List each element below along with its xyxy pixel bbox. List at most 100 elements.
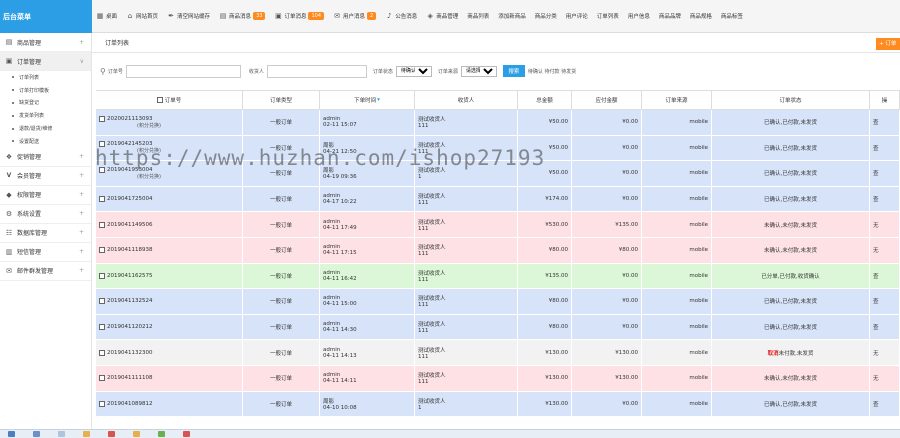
consignee-tel: 1 (418, 174, 422, 181)
view-order-link[interactable]: 查 (873, 323, 896, 331)
topnav-item[interactable]: 添加新商品 (498, 12, 526, 20)
order-status-select[interactable]: 待确认 (395, 65, 432, 77)
view-order-link[interactable]: 查 (873, 297, 896, 305)
topnav-item[interactable]: 商品品牌 (659, 12, 681, 20)
table-row[interactable]: 2019041725004 一般订单 admin 04-17 10:22 测试收货人 11… (96, 186, 900, 213)
table-row[interactable]: 2019041132300 一般订单 admin 04-11 14:13 测试收货人 11… (96, 340, 900, 366)
topnav-item[interactable]: ⌂ 网站首页 (126, 12, 158, 20)
table-row[interactable]: 2019042145203 (积分兑换) 一般订单 周影 04-21 12:50 测试收货… (96, 135, 900, 162)
table-row[interactable]: 2019041118938 一般订单 admin 04-11 17:15 测试收货人 11… (96, 237, 900, 264)
view-order-link[interactable]: 无 (873, 246, 896, 254)
table-row[interactable]: 2019041089812 一般订单 周影 04-10 10:08 测试收货人 1 ¥130… (96, 391, 900, 418)
topnav-item[interactable]: ✒ 清空网站缓存 (167, 12, 210, 20)
topnav-item[interactable]: 商品分类 (535, 12, 557, 20)
taskbar-app-icon[interactable] (8, 431, 15, 437)
sidebar-item-label: 退款/退货/维修 (19, 126, 53, 133)
row-checkbox[interactable] (99, 349, 105, 356)
select-all-checkbox[interactable] (156, 97, 163, 103)
table-row[interactable]: 2019041132524 一般订单 admin 04-11 15:00 测试收货人 11… (96, 289, 900, 315)
topnav-item[interactable]: ✉ 用户消息 2 (333, 12, 377, 20)
view-order-link[interactable]: 无 (873, 349, 896, 357)
taskbar-app-icon[interactable] (33, 431, 40, 437)
sidebar-section[interactable]: ▣ 订单管理 ∨ (0, 52, 91, 71)
sidebar-section[interactable]: ✉ 邮件群发管理 + (0, 262, 91, 281)
order-no-link[interactable]: 2019041111108 (107, 375, 153, 381)
sidebar-section[interactable]: ▤ 商品管理 + (0, 33, 91, 52)
topnav-item[interactable]: ♪ 公告消息 (385, 12, 417, 20)
row-checkbox[interactable] (99, 400, 105, 407)
table-row[interactable]: 2019041162575 一般订单 admin 04-11 16:42 测试收货人 11… (96, 263, 900, 290)
col-order-time[interactable]: 下单时间 ▾ (320, 91, 415, 109)
order-time-cell: 周影 04-21 12:50 (320, 135, 415, 161)
order-no-link[interactable]: 2019041149506 (107, 222, 153, 228)
view-order-link[interactable]: 无 (873, 221, 896, 229)
sort-arrow-icon[interactable]: ▾ (377, 97, 380, 103)
topnav-item[interactable]: 订单列表 (597, 12, 619, 20)
sidebar-item[interactable]: 设置配送 (0, 135, 91, 148)
order-no-link[interactable]: 2019041162575 (107, 273, 153, 279)
order-no-link[interactable]: 2019041132300 (107, 350, 153, 356)
topnav-item[interactable]: ▦ 桌面 (96, 12, 117, 20)
order-status-text: 未确认,未付款,未发货 (764, 376, 817, 383)
taskbar-app-icon[interactable] (133, 431, 140, 437)
topnav-item[interactable]: ▤ 商品消息 33 (219, 12, 266, 20)
row-checkbox[interactable] (99, 196, 105, 203)
row-checkbox[interactable] (99, 324, 105, 331)
taskbar-app-icon[interactable] (183, 431, 190, 437)
order-no-link[interactable]: 2019041118938 (107, 247, 153, 253)
table-row[interactable]: 2020021113093 (积分兑换) 一般订单 admin 02-11 15:07 测… (96, 110, 900, 136)
row-checkbox[interactable] (99, 298, 105, 305)
row-checkbox[interactable] (99, 247, 105, 254)
sidebar-item[interactable]: 订单列表 (0, 71, 91, 84)
sidebar-section[interactable]: ◆ 权限管理 + (0, 186, 91, 205)
topnav-item[interactable]: 用户信息 (628, 12, 650, 20)
table-row[interactable]: 2019041120212 一般订单 admin 04-11 14:30 测试收货人 11… (96, 314, 900, 341)
app-logo[interactable]: 后台菜单 (0, 0, 92, 33)
sidebar-item[interactable]: 订单打印模板 (0, 84, 91, 97)
order-no-link[interactable]: 2019041132524 (107, 298, 153, 304)
view-order-link[interactable]: 查 (873, 118, 896, 126)
sidebar-item[interactable]: 缺货登记 (0, 97, 91, 110)
view-order-link[interactable]: 查 (873, 272, 896, 280)
taskbar-app-icon[interactable] (58, 431, 65, 437)
bullet-icon (12, 114, 14, 117)
order-no-input[interactable] (125, 64, 241, 78)
row-checkbox[interactable] (99, 272, 105, 279)
order-no-link[interactable]: 2019041089812 (107, 401, 153, 407)
view-order-link[interactable]: 查 (873, 195, 896, 203)
table-row[interactable]: 2019041111108 一般订单 admin 04-11 14:11 测试收货人 11… (96, 365, 900, 392)
taskbar-app-icon[interactable] (83, 431, 90, 437)
order-source-select[interactable]: 请选择... (460, 65, 497, 77)
taskbar-app-icon[interactable] (108, 431, 115, 437)
table-row[interactable]: 2019041149506 一般订单 admin 04-11 17:49 测试收货人 11… (96, 212, 900, 238)
consignee-input[interactable] (266, 64, 367, 78)
sidebar-section[interactable]: ❖ 促销管理 + (0, 148, 91, 167)
topnav-item[interactable]: 商品标签 (721, 12, 743, 20)
search-button[interactable]: 搜索 (502, 65, 525, 77)
sidebar-section[interactable]: ▥ 短信管理 + (0, 243, 91, 262)
view-order-link[interactable]: 无 (873, 374, 896, 382)
sidebar-section[interactable]: ⚙ 系统设置 + (0, 205, 91, 224)
sidebar-section[interactable]: V 会员管理 + (0, 167, 91, 186)
row-checkbox[interactable] (99, 375, 105, 382)
sidebar-item[interactable]: 退款/退货/维修 (0, 122, 91, 135)
view-order-link[interactable]: 查 (873, 400, 896, 408)
view-order-link[interactable]: 查 (873, 144, 896, 152)
taskbar-app-icon[interactable] (158, 431, 165, 437)
add-order-button[interactable]: + 订单 (876, 38, 900, 50)
row-checkbox[interactable] (99, 221, 105, 228)
sidebar-section[interactable]: ☷ 数据库管理 + (0, 224, 91, 243)
quick-status-links[interactable]: 待确认 待付款 待发货 (528, 68, 576, 75)
topnav-item[interactable]: 用户评论 (566, 12, 588, 20)
view-order-link[interactable]: 查 (873, 169, 896, 177)
sidebar-item[interactable]: 发货单列表 (0, 109, 91, 122)
topnav-item[interactable]: ◈ 商品管理 (426, 12, 459, 20)
table-row[interactable]: 2019041953004 (积分兑换) 一般订单 周影 04-19 09:36 测试收货… (96, 161, 900, 187)
order-no-link[interactable]: 2019041120212 (107, 324, 153, 330)
topnav-item[interactable]: 商品规格 (690, 12, 712, 20)
order-no-link[interactable]: 2019041725004 (107, 196, 153, 202)
col-order-no[interactable]: 订单号 (96, 91, 243, 109)
topnav-item[interactable]: 商品列表 (467, 12, 489, 20)
topnav-item[interactable]: ▣ 订单消息 104 (274, 12, 324, 20)
order-time-cell: admin 04-11 17:49 (320, 212, 415, 237)
